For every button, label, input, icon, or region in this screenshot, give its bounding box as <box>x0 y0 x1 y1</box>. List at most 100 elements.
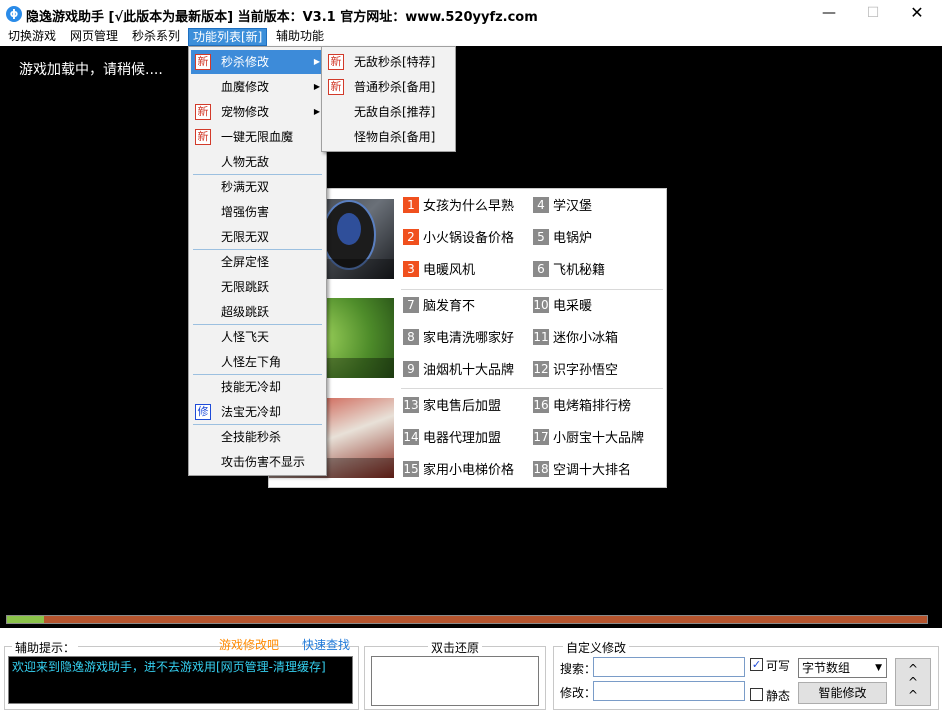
news-link[interactable]: 8 家电清洗哪家好 <box>403 329 514 349</box>
news-link[interactable]: 11 迷你小冰箱 <box>533 329 618 349</box>
news-title: 电暖风机 <box>423 263 476 278</box>
news-title: 油烟机十大品牌 <box>423 363 515 378</box>
news-title: 家电清洗哪家好 <box>423 331 515 346</box>
menu-item-label: 法宝无冷却 <box>221 405 282 419</box>
type-select[interactable]: 字节数组 ▼ <box>798 658 887 678</box>
writable-checkbox[interactable]: ✓ <box>750 658 763 671</box>
news-link[interactable]: 6 飞机秘籍 <box>533 261 605 281</box>
news-divider <box>401 388 663 389</box>
menu-item[interactable]: 全技能秒杀 <box>191 425 324 449</box>
news-link[interactable]: 13 家电售后加盟 <box>403 397 501 417</box>
rank-badge: 10 <box>533 297 549 313</box>
menu-item-label: 无限无双 <box>221 230 270 244</box>
news-link[interactable]: 1 女孩为什么早熟 <box>403 197 514 217</box>
news-divider <box>401 289 663 290</box>
rank-badge: 18 <box>533 461 549 477</box>
submenu-item[interactable]: 无敌自杀[推荐] <box>324 100 453 124</box>
menu-kill-series[interactable]: 秒杀系列 <box>128 28 184 46</box>
menu-item-label: 攻击伤害不显示 <box>221 455 306 469</box>
news-link[interactable]: 17 小厨宝十大品牌 <box>533 429 644 449</box>
news-link[interactable]: 12 识字孙悟空 <box>533 361 618 381</box>
news-title: 脑发育不 <box>423 299 476 314</box>
menu-switch-game[interactable]: 切换游戏 <box>4 28 60 46</box>
menu-item[interactable]: 宠物修改新 ▶ <box>191 100 324 124</box>
rank-badge: 3 <box>403 261 419 277</box>
news-link[interactable]: 15 家用小电梯价格 <box>403 461 514 481</box>
rank-badge: 9 <box>403 361 419 377</box>
submenu-item[interactable]: 怪物自杀[备用] <box>324 125 453 149</box>
menu-item[interactable]: 人怪飞天 <box>191 325 324 349</box>
menu-web-manage[interactable]: 网页管理 <box>66 28 122 46</box>
news-link[interactable]: 10 电采暖 <box>533 297 592 317</box>
news-title: 小厨宝十大品牌 <box>553 431 645 446</box>
news-link[interactable]: 16 电烤箱排行榜 <box>533 397 631 417</box>
window-title: 隐逸游戏助手 [√此版本为最新版本] 当前版本：V3.1 官方网址：www.52… <box>26 10 538 25</box>
close-icon[interactable]: ✕ <box>894 0 940 28</box>
maximize-icon[interactable]: ☐ <box>850 0 896 28</box>
fix-badge-icon: 修 <box>195 404 211 420</box>
loading-progress-bar <box>6 615 928 624</box>
submenu-item[interactable]: 普通秒杀[备用] 新 <box>324 75 453 99</box>
news-title: 识字孙悟空 <box>553 363 619 378</box>
menu-item[interactable]: 人怪左下角 <box>191 350 324 374</box>
kill-mod-submenu: 无敌秒杀[特荐] 新普通秒杀[备用] 新无敌自杀[推荐] 怪物自杀[备用] <box>321 46 456 152</box>
menu-item-label: 技能无冷却 <box>221 380 282 394</box>
app-logo-icon: ɸ <box>6 6 22 22</box>
menu-item[interactable]: 一键无限血魔新 <box>191 125 324 149</box>
minimize-icon[interactable]: — <box>806 0 852 28</box>
menu-item-label: 血魔修改 <box>221 80 270 94</box>
menu-aux-functions[interactable]: 辅助功能 <box>272 28 328 46</box>
smart-modify-button[interactable]: 智能修改 <box>798 682 887 704</box>
scroll-up-button[interactable]: ^ ^ ^ <box>895 658 931 706</box>
menu-item[interactable]: 血魔修改 ▶ <box>191 75 324 99</box>
rank-badge: 1 <box>403 197 419 213</box>
static-checkbox[interactable] <box>750 688 763 701</box>
rank-badge: 4 <box>533 197 549 213</box>
menu-item[interactable]: 人物无敌 <box>191 150 324 174</box>
menu-item[interactable]: 技能无冷却 <box>191 375 324 399</box>
menu-item[interactable]: 法宝无冷却修 <box>191 400 324 424</box>
submenu-arrow-icon: ▶ <box>313 107 320 116</box>
news-link[interactable]: 4 学汉堡 <box>533 197 592 217</box>
news-link[interactable]: 3 电暖风机 <box>403 261 475 281</box>
news-link[interactable]: 2 小火锅设备价格 <box>403 229 514 249</box>
search-input[interactable] <box>593 657 745 677</box>
rank-badge: 14 <box>403 429 419 445</box>
search-label: 搜索： <box>560 662 597 676</box>
menu-item[interactable]: 秒杀修改新 ▶ <box>191 50 324 74</box>
news-link[interactable]: 14 电器代理加盟 <box>403 429 501 449</box>
loading-text: 游戏加载中，请稍候.... <box>19 62 163 78</box>
news-link[interactable]: 7 脑发育不 <box>403 297 475 317</box>
hint-text: 欢迎来到隐逸游戏助手，进不去游戏用[网页管理-清理缓存] <box>12 660 326 674</box>
submenu-item[interactable]: 无敌秒杀[特荐] 新 <box>324 50 453 74</box>
menu-item[interactable]: 全屏定怪 <box>191 250 324 274</box>
submenu-item-label: 无敌秒杀[特荐] <box>354 55 436 69</box>
quick-find-link[interactable]: 快速查找 <box>302 636 350 653</box>
chevron-down-icon: ▼ <box>875 663 882 673</box>
submenu-arrow-icon: ▶ <box>313 82 320 91</box>
news-panel: 名 什么早熟 设备价格 1女孩为什么早熟4学汉堡2小火锅设备价格5电锅炉3电暖风… <box>268 188 667 488</box>
menu-item[interactable]: 秒满无双 <box>191 175 324 199</box>
modify-input[interactable] <box>593 681 745 701</box>
game-mod-link[interactable]: 游戏修改吧 <box>219 636 279 653</box>
news-link[interactable]: 18 空调十大排名 <box>533 461 631 481</box>
news-link[interactable]: 5 电锅炉 <box>533 229 592 249</box>
menu-item[interactable]: 无限无双 <box>191 225 324 249</box>
rank-badge: 8 <box>403 329 419 345</box>
restore-list[interactable] <box>371 656 539 706</box>
submenu-arrow-icon: ▶ <box>313 57 320 66</box>
menu-item-label: 全技能秒杀 <box>221 430 282 444</box>
menu-item[interactable]: 无限跳跃 <box>191 275 324 299</box>
hint-title: 辅助提示： <box>12 639 79 656</box>
static-label: 静态 <box>766 689 791 703</box>
menu-item-label: 一键无限血魔 <box>221 130 294 144</box>
news-title: 电器代理加盟 <box>423 431 502 446</box>
new-badge-icon: 新 <box>195 54 211 70</box>
news-link[interactable]: 9 油烟机十大品牌 <box>403 361 514 381</box>
function-list-menu: 秒杀修改新 ▶ 血魔修改 ▶ 宠物修改新 ▶ 一键无限血魔新人物无敌 秒满无双 增强伤害 无限无双… <box>188 46 327 476</box>
menu-item[interactable]: 增强伤害 <box>191 200 324 224</box>
menu-item[interactable]: 超级跳跃 <box>191 300 324 324</box>
menu-function-list[interactable]: 功能列表[新] <box>188 28 268 46</box>
menu-item-label: 无限跳跃 <box>221 280 270 294</box>
menu-item[interactable]: 攻击伤害不显示 <box>191 450 324 474</box>
